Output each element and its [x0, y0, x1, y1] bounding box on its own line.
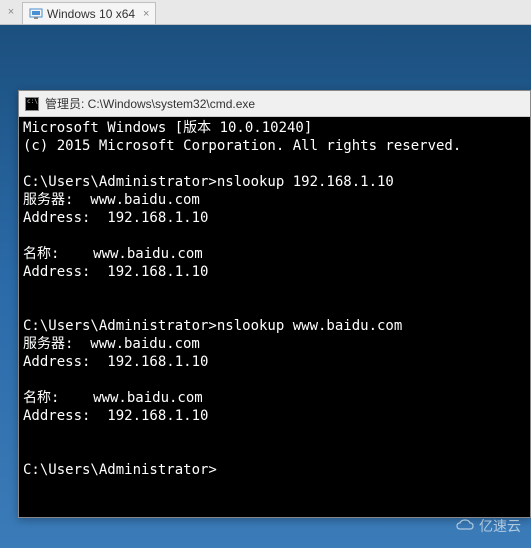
cmd-terminal[interactable]: Microsoft Windows [版本 10.0.10240] (c) 20… [19, 117, 530, 517]
cmd-title: 管理员: C:\Windows\system32\cmd.exe [45, 95, 255, 112]
cmd-line: 名称: www.baidu.com [23, 246, 203, 262]
tab-bar: × Windows 10 x64 × [0, 0, 531, 25]
cmd-icon [25, 97, 39, 111]
tab-windows10[interactable]: Windows 10 x64 × [22, 2, 156, 24]
cmd-line: (c) 2015 Microsoft Corporation. All righ… [23, 138, 461, 154]
watermark-text: 亿速云 [479, 516, 521, 536]
cmd-line: Address: 192.168.1.10 [23, 408, 208, 424]
tab-label: Windows 10 x64 [47, 7, 135, 21]
close-tab-icon[interactable]: × [143, 8, 149, 20]
cloud-icon [455, 519, 475, 533]
cmd-line: C:\Users\Administrator>nslookup www.baid… [23, 318, 402, 334]
cmd-line: Address: 192.168.1.10 [23, 354, 208, 370]
cmd-line: 名称: www.baidu.com [23, 390, 203, 406]
cmd-line: Microsoft Windows [版本 10.0.10240] [23, 120, 312, 136]
cmd-line: Address: 192.168.1.10 [23, 210, 208, 226]
cmd-line: C:\Users\Administrator> [23, 462, 217, 478]
cmd-line: 服务器: www.baidu.com [23, 336, 200, 352]
cmd-line: Address: 192.168.1.10 [23, 264, 208, 280]
cmd-titlebar[interactable]: 管理员: C:\Windows\system32\cmd.exe [19, 91, 530, 117]
close-prev-tab-icon[interactable]: × [4, 5, 18, 19]
vm-icon [29, 7, 43, 21]
watermark: 亿速云 [455, 516, 521, 536]
cmd-line: C:\Users\Administrator>nslookup 192.168.… [23, 174, 394, 190]
cmd-window: 管理员: C:\Windows\system32\cmd.exe Microso… [18, 90, 531, 518]
cmd-line: 服务器: www.baidu.com [23, 192, 200, 208]
